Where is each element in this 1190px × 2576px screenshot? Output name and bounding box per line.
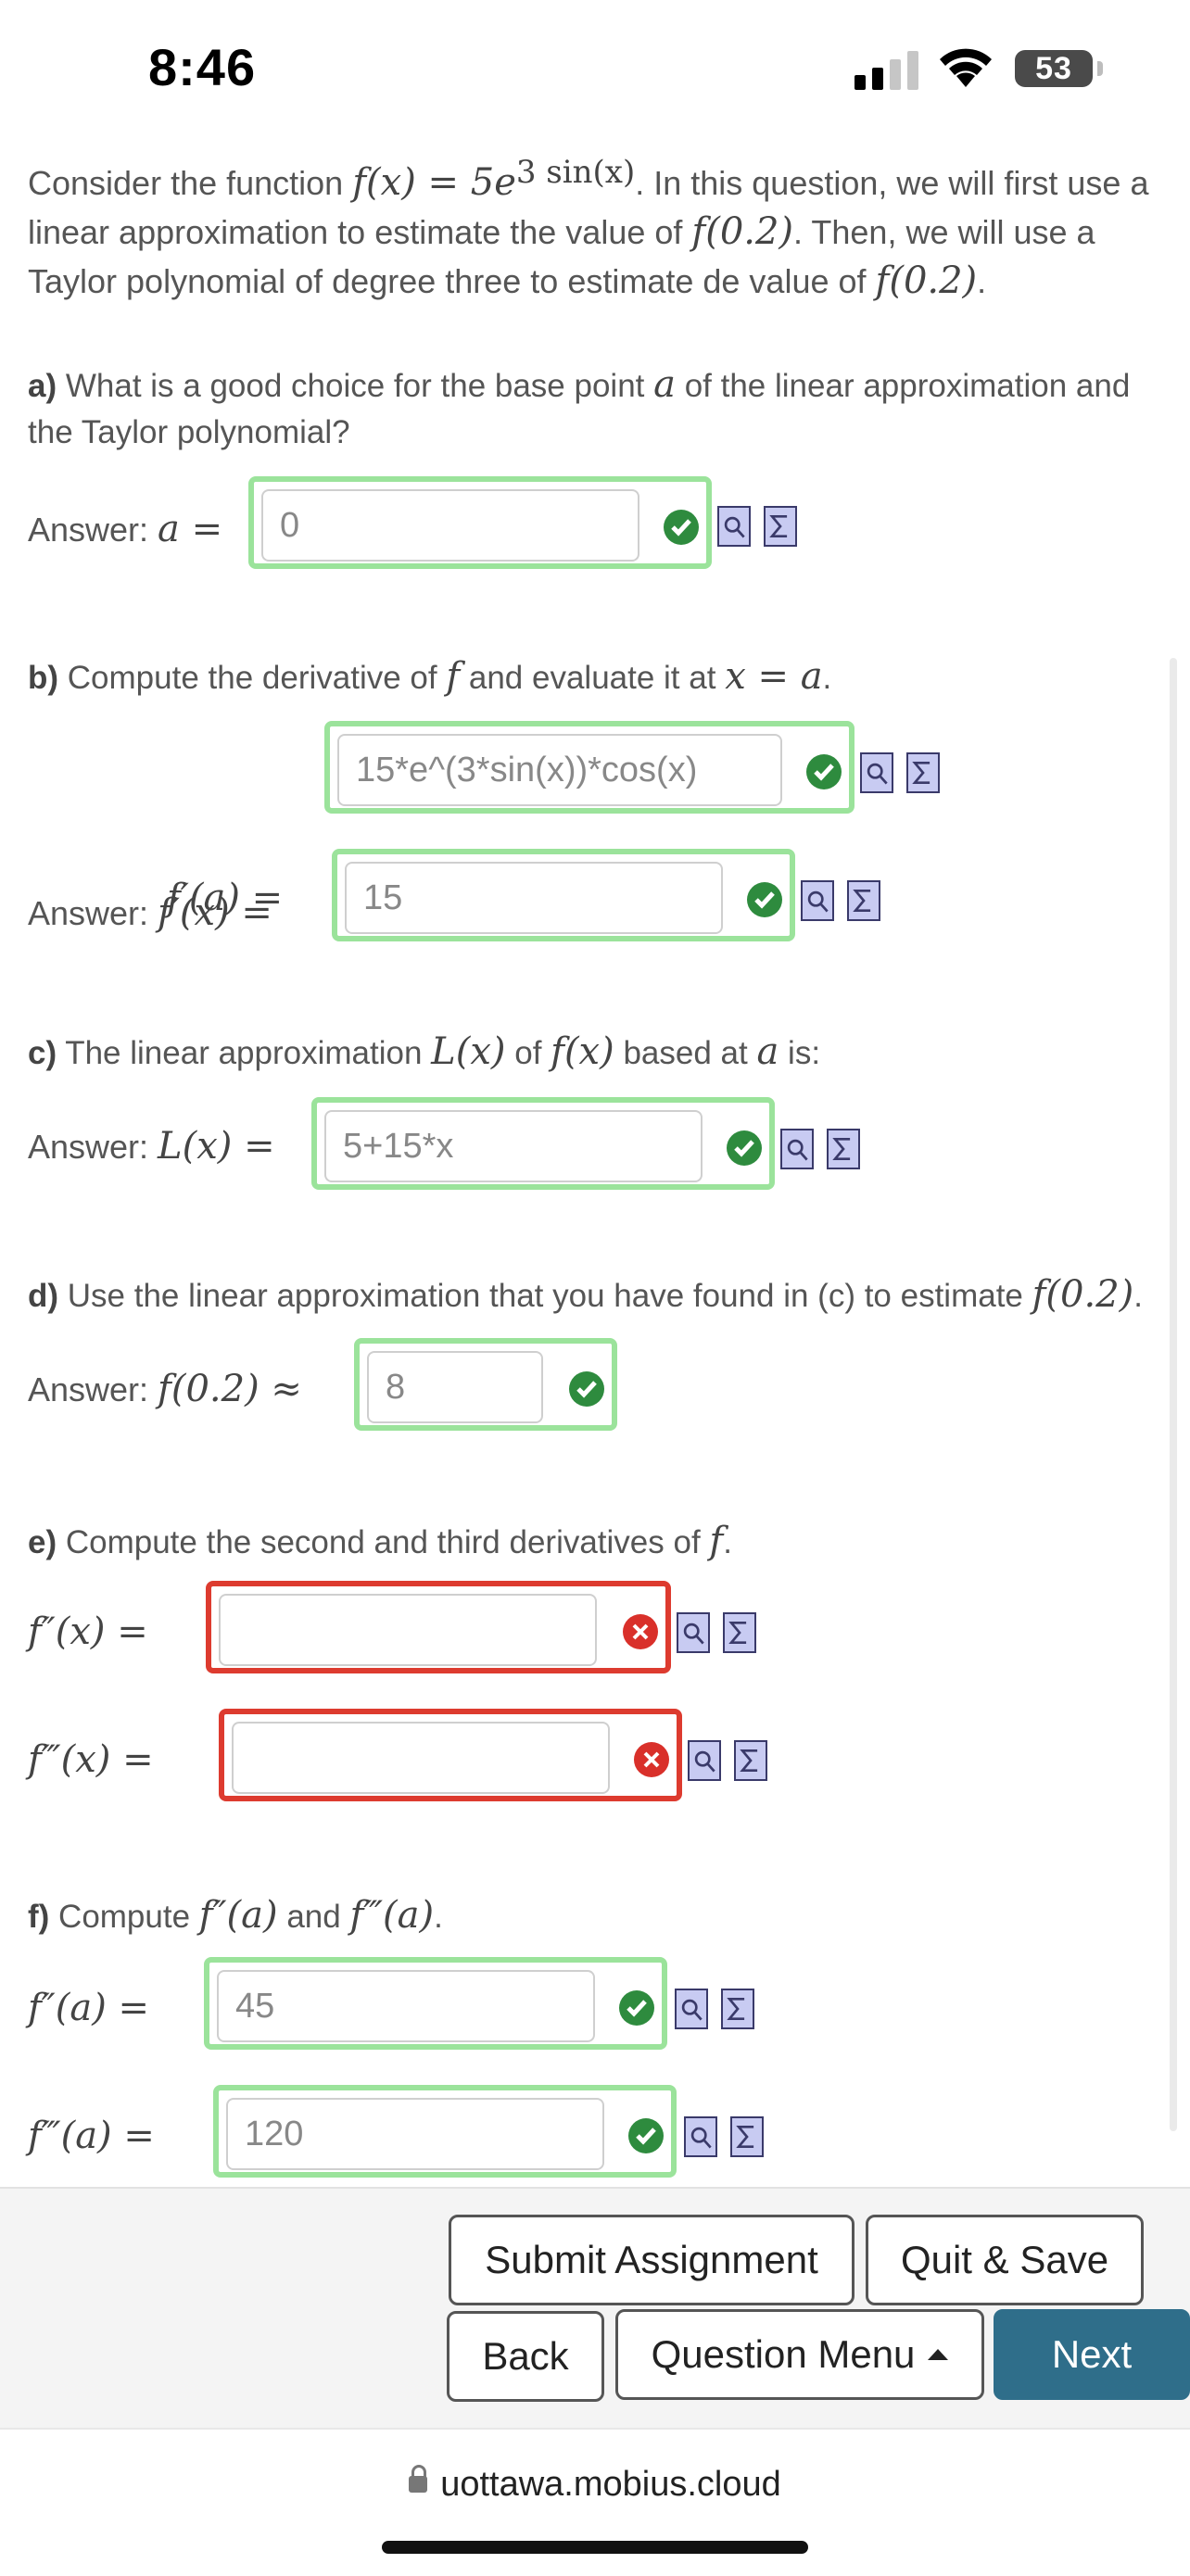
equation-editor-icon[interactable] [847, 880, 880, 921]
equation-editor-icon[interactable] [764, 506, 797, 547]
part-a-prompt: a) What is a good choice for the base po… [28, 363, 1131, 450]
correct-check-icon [727, 1130, 762, 1166]
correct-check-icon [569, 1371, 604, 1407]
question-menu-button[interactable]: Question Menu [615, 2309, 984, 2400]
part-b-value-label: f′(a) = [167, 877, 284, 919]
equation-editor-icon[interactable] [827, 1129, 860, 1169]
part-c-prompt: c) The linear approximation L(x) of f(x)… [28, 1030, 821, 1073]
equation-editor-icon[interactable] [734, 1740, 767, 1781]
lock-icon [409, 2464, 428, 2493]
next-button[interactable]: Next [994, 2309, 1190, 2400]
part-a-answer-label: Answer: a = [28, 508, 223, 550]
part-d-prompt: d) Use the linear approximation that you… [28, 1273, 1143, 1316]
part-b-derivative-box [324, 721, 855, 814]
equation-editor-icon[interactable] [906, 752, 940, 793]
preview-icon[interactable] [675, 1989, 708, 2029]
home-indicator[interactable] [382, 2541, 808, 2554]
linear-approximation-input[interactable] [324, 1110, 703, 1182]
preview-icon[interactable] [684, 2116, 717, 2157]
correct-check-icon [619, 1990, 654, 2026]
second-derivative-input[interactable] [219, 1594, 597, 1666]
equation-editor-icon[interactable] [721, 1989, 754, 2029]
battery-indicator: 53 [1015, 50, 1093, 87]
part-f-third-label: f‴(a) = [28, 2115, 155, 2157]
part-f-third-box [213, 2085, 677, 2178]
correct-check-icon [806, 754, 842, 789]
part-d-answer-box [354, 1338, 617, 1431]
status-bar: 8:46 53 [0, 0, 1190, 139]
preview-icon[interactable] [780, 1129, 814, 1169]
estimate-input[interactable] [367, 1351, 543, 1423]
quit-save-button[interactable]: Quit & Save [866, 2215, 1144, 2305]
part-f-prompt: f) Compute f″(a) and f‴(a). [28, 1894, 443, 1937]
part-b-value-box [332, 849, 795, 941]
incorrect-x-icon [623, 1614, 658, 1649]
battery-tip [1097, 61, 1103, 76]
correct-check-icon [664, 510, 699, 545]
preview-icon[interactable] [860, 752, 893, 793]
preview-icon[interactable] [677, 1612, 710, 1653]
incorrect-x-icon [634, 1742, 669, 1777]
third-derivative-at-a-input[interactable] [226, 2098, 604, 2170]
part-e-second-box [206, 1581, 671, 1673]
part-e-third-label: f‴(x) = [28, 1738, 154, 1781]
scrollbar[interactable] [1170, 658, 1177, 2131]
status-time: 8:46 [148, 38, 257, 96]
base-point-input[interactable] [261, 489, 639, 562]
derivative-input[interactable] [337, 734, 782, 806]
part-e-second-label: f″(x) = [28, 1610, 148, 1653]
assignment-content[interactable]: Consider the function f(x) = 5e3 sin(x).… [0, 139, 1190, 2187]
preview-icon[interactable] [688, 1740, 721, 1781]
equation-editor-icon[interactable] [723, 1612, 756, 1653]
preview-icon[interactable] [801, 880, 834, 921]
caret-up-icon [928, 2349, 949, 2360]
part-c-answer-box [311, 1097, 775, 1190]
back-button[interactable]: Back [447, 2311, 604, 2402]
second-derivative-at-a-input[interactable] [217, 1970, 595, 2042]
third-derivative-input[interactable] [232, 1722, 610, 1794]
browser-url-bar[interactable]: uottawa.mobius.cloud [0, 2428, 1190, 2576]
part-e-prompt: e) Compute the second and third derivati… [28, 1520, 732, 1562]
wifi-icon [940, 48, 992, 87]
part-f-second-box [204, 1957, 667, 2050]
part-e-third-box [219, 1709, 682, 1801]
url-display[interactable]: uottawa.mobius.cloud [0, 2464, 1190, 2505]
equation-editor-icon[interactable] [730, 2116, 764, 2157]
correct-check-icon [747, 882, 782, 917]
part-a-answer-box [248, 476, 712, 569]
preview-icon[interactable] [717, 506, 751, 547]
correct-check-icon [628, 2118, 664, 2153]
url-text: uottawa.mobius.cloud [440, 2465, 781, 2504]
question-intro: Consider the function f(x) = 5e3 sin(x).… [28, 154, 1149, 302]
part-f-second-label: f″(a) = [28, 1987, 150, 2029]
derivative-at-a-input[interactable] [345, 862, 723, 934]
part-d-answer-label: Answer: f(0.2) ≈ [28, 1368, 302, 1410]
assignment-footer: Submit Assignment Quit & Save Back Quest… [0, 2187, 1190, 2430]
submit-assignment-button[interactable]: Submit Assignment [449, 2215, 855, 2305]
part-c-answer-label: Answer: L(x) = [28, 1125, 275, 1168]
cellular-signal-icon [855, 51, 918, 90]
question-menu-label: Question Menu [651, 2332, 916, 2376]
part-b-prompt: b) Compute the derivative of f and evalu… [28, 655, 832, 698]
